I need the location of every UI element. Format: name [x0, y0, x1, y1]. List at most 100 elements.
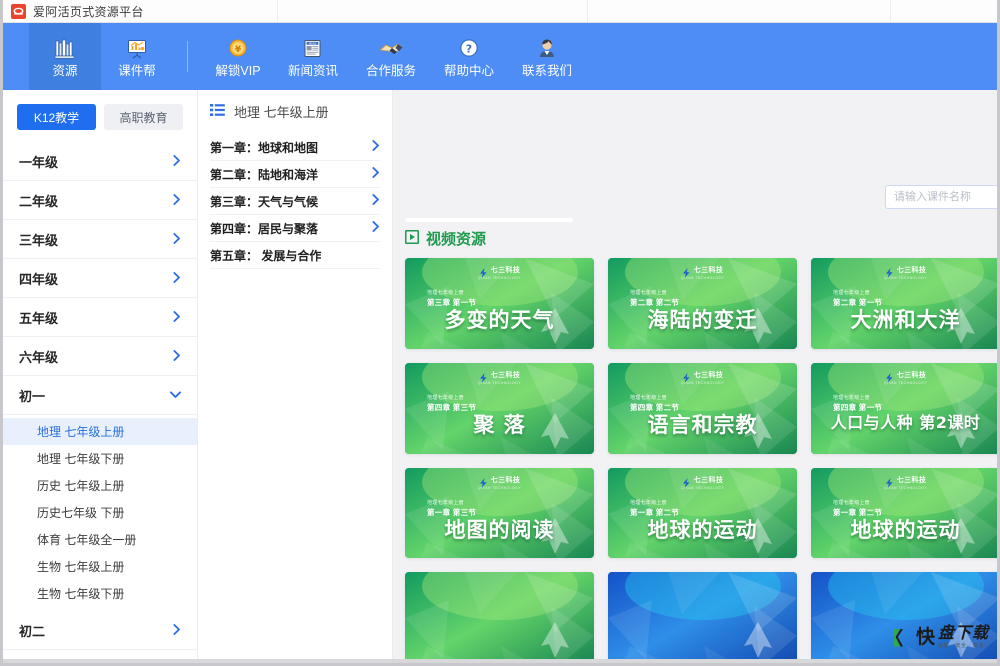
titlebar-divider-3 — [890, 0, 891, 22]
chevron-right-icon — [173, 271, 181, 285]
nav-label: 解锁VIP — [215, 64, 261, 79]
sidebar-subject-item[interactable]: 历史七年级 下册 — [3, 499, 197, 526]
thumbnail-kicker-book: 地理七年级上册 — [630, 499, 668, 506]
sidebar-grade-3[interactable]: 三年级 — [3, 220, 197, 259]
chapter-panel: 地理 七年级上册 第一章：地球和地图 第二章：陆地和海洋 第三章：天气与气候 第四章：… — [198, 90, 393, 663]
video-card[interactable]: 七三科技QISAN TECHNOLOGY地理七年级上册第一章 第二节地球的运动地… — [811, 467, 997, 559]
video-thumbnail — [811, 572, 997, 663]
video-card[interactable]: 七三科技QISAN TECHNOLOGY地理七年级上册第二章 第二节海陆的变迁2… — [608, 258, 797, 349]
video-card[interactable]: 七三科技QISAN TECHNOLOGY地理七年级上册第四章 第二节语言和宗教语… — [608, 362, 797, 454]
thumbnail-brand-logo: 七三科技 QISAN TECHNOLOGY — [608, 265, 797, 280]
sidebar-grade-label: 三年级 — [19, 232, 59, 248]
brand-name: 七三科技 — [490, 476, 521, 484]
brand-name: 七三科技 — [896, 371, 927, 379]
video-thumbnail — [608, 572, 797, 663]
nav-item-partner-services[interactable]: 合作服务 — [352, 23, 430, 90]
presentation-icon — [125, 35, 149, 61]
nav-item-help-center[interactable]: ? 帮助中心 — [430, 23, 508, 90]
nav-item-unlock-vip[interactable]: ¥ 解锁VIP — [202, 23, 274, 90]
chapter-item-4[interactable]: 第四章：居民与聚落 — [210, 215, 380, 242]
chapter-item-5[interactable]: 第五章： 发展与合作 — [210, 242, 380, 269]
nav-item-resources[interactable]: 资源 — [29, 23, 101, 90]
thumbnail-title: 地球的运动 — [850, 517, 961, 542]
sidebar-grade-label: 二年级 — [19, 193, 59, 209]
sidebar-grade-6[interactable]: 六年级 — [3, 337, 197, 376]
chapter-item-2[interactable]: 第二章：陆地和海洋 — [210, 161, 380, 188]
sidebar-grade-label: 六年级 — [19, 349, 59, 365]
video-card[interactable] — [811, 572, 997, 663]
video-card[interactable]: 七三科技QISAN TECHNOLOGY地理七年级上册第三章 第一节多变的天气3… — [405, 258, 594, 349]
nav-item-news[interactable]: NEWS 新闻资讯 — [274, 23, 352, 90]
brand-name: 七三科技 — [896, 267, 927, 274]
search-area — [885, 185, 997, 209]
tab-vocational[interactable]: 高职教育 — [104, 104, 183, 130]
sidebar-grade-2[interactable]: 二年级 — [3, 181, 197, 220]
nav-item-courseware-help[interactable]: 课件帮 — [101, 23, 173, 90]
sidebar-subject-item[interactable]: 地理 七年级上册 — [3, 418, 197, 445]
chapter-item-1[interactable]: 第一章：地球和地图 — [210, 134, 380, 161]
brand-name: 七三科技 — [693, 371, 724, 379]
chevron-right-icon — [372, 167, 380, 181]
chevron-right-icon — [173, 310, 181, 324]
video-card[interactable]: 七三科技QISAN TECHNOLOGY地理七年级上册第二章 第一节大洲和大洋大… — [811, 258, 997, 349]
nav-label: 帮助中心 — [443, 64, 494, 79]
thumbnail-title: 海陆的变迁 — [647, 308, 758, 332]
thumbnail-kicker-book: 地理七年级上册 — [833, 499, 871, 506]
chapter-item-label: 第三章：天气与气候 — [210, 194, 319, 209]
sidebar-grade-1[interactable]: 一年级 — [3, 142, 197, 181]
brand-mark-icon — [885, 475, 894, 488]
sidebar-grade-5[interactable]: 五年级 — [3, 298, 197, 337]
thumbnail-title: 聚 落 — [473, 412, 526, 437]
video-thumbnail: 七三科技 QISAN TECHNOLOGY 地理七年级上册 第二章 第二节 海陆的变迁 — [608, 258, 797, 349]
video-card[interactable]: 七三科技 QISAN TECHNOLOGY 地理七年级上册 第四章 第一节 人口与人种 … — [811, 362, 997, 454]
video-thumbnail: 七三科技 QISAN TECHNOLOGY 地理七年级上册 第四章 第三节聚 落 — [405, 362, 594, 454]
sidebar-subject-item[interactable]: 生物 七年级上册 — [3, 553, 197, 580]
brand-mark-icon — [479, 370, 488, 383]
thumbnail-kicker-book: 地理七年级上册 — [630, 290, 668, 296]
tab-vocational-label: 高职教育 — [119, 110, 168, 125]
question-icon: ? — [457, 35, 481, 61]
sidebar-subject-item[interactable]: 地理 七年级下册 — [3, 445, 197, 472]
video-thumbnail: 七三科技 QISAN TECHNOLOGY 地理七年级上册 第一章 第三节 地图的阅读 — [405, 467, 594, 559]
video-card[interactable]: 七三科技QISAN TECHNOLOGY地理七年级上册第四章 第三节聚 落聚落 — [405, 362, 594, 454]
resource-main-panel: 视频资源 七三科技QISAN TECHNOLOGY地理七年级上册第三章 第一节多… — [393, 90, 997, 663]
brand-mark-icon — [479, 265, 488, 278]
chapter-item-3[interactable]: 第三章：天气与气候 — [210, 188, 380, 215]
tab-k12[interactable]: K12教学 — [17, 104, 96, 130]
window-bottom-strip — [3, 659, 997, 663]
sidebar-subject-label: 地理 七年级上册 — [37, 425, 125, 439]
nav-item-contact-us[interactable]: 联系我们 — [508, 23, 586, 90]
search-input[interactable] — [885, 185, 997, 209]
sidebar-subject-label: 历史七年级 下册 — [37, 506, 125, 520]
brand-name: 七三科技 — [693, 267, 724, 274]
thumbnail-brand-logo: 七三科技 QISAN TECHNOLOGY — [811, 370, 997, 385]
video-card[interactable]: 七三科技QISAN TECHNOLOGY地理七年级上册第一章 第二节地球的运动地… — [608, 467, 797, 559]
sidebar-subject-item[interactable]: 体育 七年级全一册 — [3, 526, 197, 553]
thumbnail-brand-logo: 七三科技 QISAN TECHNOLOGY — [405, 475, 594, 490]
sidebar-grade-label: 初一 — [19, 388, 46, 404]
video-thumbnail — [405, 572, 594, 663]
video-thumbnail: 七三科技 QISAN TECHNOLOGY 地理七年级上册 第一章 第二节 地球的运动 — [811, 467, 997, 559]
chevron-right-icon — [372, 140, 380, 154]
brand-subtitle: QISAN TECHNOLOGY — [680, 485, 725, 490]
thumbnail-title: 地球的运动 — [647, 517, 758, 542]
video-card-grid: 七三科技QISAN TECHNOLOGY地理七年级上册第三章 第一节多变的天气3… — [401, 258, 997, 663]
grade-list: 一年级二年级三年级四年级五年级六年级初一地理 七年级上册地理 七年级下册 历史 七… — [3, 142, 197, 663]
video-card[interactable] — [608, 572, 797, 663]
thumbnail-brand-logo: 七三科技 QISAN TECHNOLOGY — [811, 265, 997, 280]
sidebar-subject-label: 体育 七年级全一册 — [37, 533, 137, 547]
sidebar-grade-4[interactable]: 四年级 — [3, 259, 197, 298]
video-card[interactable]: 七三科技QISAN TECHNOLOGY地理七年级上册第一章 第三节地图的阅读地… — [405, 467, 594, 559]
brand-mark-icon — [682, 370, 691, 383]
chapter-list: 第一章：地球和地图 第二章：陆地和海洋第三章：天气与气候第四章：居民与聚落 第五章：… — [198, 134, 392, 269]
thumbnail-kicker-book: 地理七年级上册 — [833, 290, 871, 296]
sidebar-subject-item[interactable]: 历史 七年级上册 — [3, 472, 197, 499]
sidebar-grade-7[interactable]: 初一 — [3, 376, 197, 415]
sidebar-grade-8[interactable]: 初二 — [3, 611, 197, 650]
thumbnail-title: 多变的天气 — [444, 308, 555, 332]
video-card[interactable] — [405, 572, 594, 663]
svg-text:?: ? — [466, 43, 472, 56]
sidebar-grade-label: 四年级 — [19, 271, 59, 287]
brand-subtitle: QISAN TECHNOLOGY — [477, 485, 522, 490]
sidebar-subject-item[interactable]: 生物 七年级下册 — [3, 580, 197, 607]
